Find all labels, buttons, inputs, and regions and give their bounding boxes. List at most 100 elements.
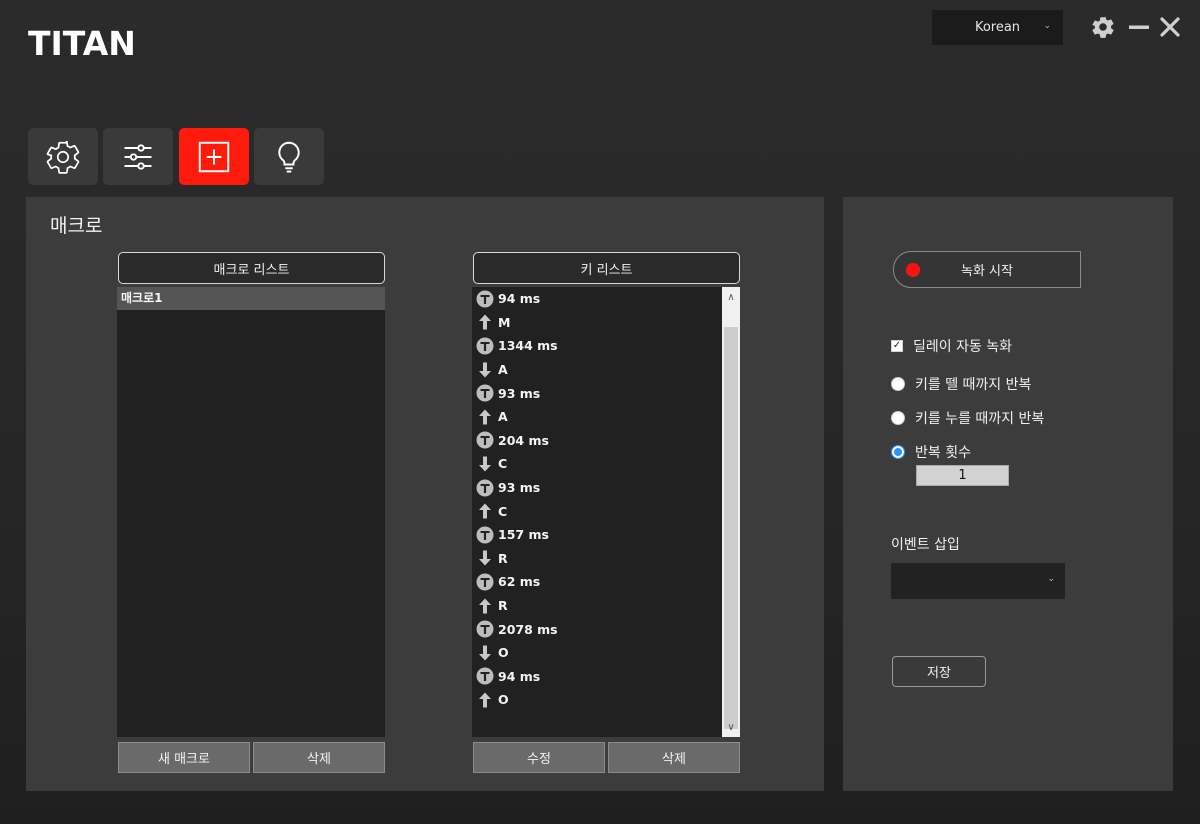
key-list-item-text: 157 ms bbox=[498, 527, 549, 543]
macro-list-header: 매크로 리스트 bbox=[118, 252, 385, 284]
arrow-up-icon bbox=[476, 691, 494, 709]
key-list-item-text: 2078 ms bbox=[498, 621, 558, 637]
key-list-rows: 94 ms M 1344 ms A 93 ms A 204 ms C 93 ms C 157 ms R… bbox=[472, 287, 740, 712]
close-icon[interactable] bbox=[1156, 13, 1184, 41]
key-list-item-text: R bbox=[498, 598, 508, 614]
scrollbar-thumb[interactable] bbox=[724, 327, 738, 729]
record-start-button[interactable]: 녹화 시작 bbox=[893, 251, 1081, 288]
repeat-count-option[interactable]: 반복 횟수 bbox=[891, 442, 971, 462]
tab-macro[interactable] bbox=[179, 128, 249, 185]
key-list-item[interactable]: 2078 ms bbox=[472, 617, 740, 641]
timer-icon bbox=[476, 667, 494, 685]
edit-key-button[interactable]: 수정 bbox=[473, 742, 605, 773]
key-list-header: 키 리스트 bbox=[473, 252, 740, 284]
scroll-up-icon[interactable]: ∧ bbox=[722, 288, 740, 306]
language-select[interactable]: Korean ⌄ bbox=[932, 10, 1063, 45]
tab-tips[interactable] bbox=[254, 128, 324, 185]
macro-add-icon bbox=[198, 141, 230, 172]
key-list-item-text: M bbox=[498, 314, 511, 330]
delete-key-button[interactable]: 삭제 bbox=[608, 742, 740, 773]
auto-delay-checkbox[interactable]: ✓ bbox=[891, 340, 903, 352]
arrow-down-icon bbox=[476, 549, 494, 567]
timer-icon bbox=[476, 526, 494, 544]
lightbulb-icon bbox=[278, 141, 300, 173]
key-list-item-text: 93 ms bbox=[498, 480, 541, 496]
key-list-item[interactable]: 94 ms bbox=[472, 287, 740, 311]
arrow-up-icon bbox=[476, 502, 494, 520]
key-list-item[interactable]: A bbox=[472, 358, 740, 382]
repeat-until-release-radio[interactable] bbox=[891, 377, 905, 391]
key-list-item[interactable]: 93 ms bbox=[472, 476, 740, 500]
gear-icon[interactable] bbox=[1089, 13, 1117, 41]
delete-macro-button[interactable]: 삭제 bbox=[253, 742, 385, 773]
arrow-down-icon bbox=[476, 361, 494, 379]
repeat-count-input[interactable]: 1 bbox=[916, 465, 1009, 486]
macro-list-item[interactable]: 매크로1 bbox=[117, 287, 385, 310]
insert-event-label: 이벤트 삽입 bbox=[891, 537, 960, 553]
key-list-item[interactable]: A bbox=[472, 405, 740, 429]
key-list-item-text: R bbox=[498, 550, 508, 566]
key-list-item[interactable]: C bbox=[472, 499, 740, 523]
arrow-down-icon bbox=[476, 644, 494, 662]
key-list-item[interactable]: 93 ms bbox=[472, 381, 740, 405]
timer-icon bbox=[476, 431, 494, 449]
tab-settings[interactable] bbox=[28, 128, 98, 185]
macro-panel: 매크로 매크로 리스트 매크로1 새 매크로 삭제 키 리스트 94 ms M 13… bbox=[26, 197, 824, 791]
key-list-item-text: 1344 ms bbox=[498, 338, 558, 354]
arrow-down-icon bbox=[476, 455, 494, 473]
settings-gear-icon bbox=[46, 140, 80, 174]
macro-list[interactable]: 매크로1 bbox=[117, 287, 385, 737]
app-logo: TITAN bbox=[28, 24, 136, 63]
key-list-item[interactable]: M bbox=[472, 311, 740, 335]
key-list-item[interactable]: O bbox=[472, 688, 740, 712]
key-list-item-text: O bbox=[498, 692, 509, 708]
key-list-item[interactable]: 204 ms bbox=[472, 429, 740, 453]
key-list-item-text: 204 ms bbox=[498, 432, 549, 448]
key-list[interactable]: 94 ms M 1344 ms A 93 ms A 204 ms C 93 ms C 157 ms R… bbox=[472, 287, 740, 737]
arrow-up-icon bbox=[476, 313, 494, 331]
timer-icon bbox=[476, 384, 494, 402]
timer-icon bbox=[476, 290, 494, 308]
key-list-item[interactable]: 94 ms bbox=[472, 665, 740, 689]
record-start-label: 녹화 시작 bbox=[961, 264, 1013, 279]
new-macro-button[interactable]: 새 매크로 bbox=[118, 742, 250, 773]
key-list-item[interactable]: 1344 ms bbox=[472, 334, 740, 358]
minimize-icon[interactable] bbox=[1125, 13, 1153, 41]
key-list-item[interactable]: 62 ms bbox=[472, 570, 740, 594]
key-list-item[interactable]: C bbox=[472, 452, 740, 476]
insert-event-select[interactable]: ⌄ bbox=[891, 563, 1065, 599]
key-list-item[interactable]: R bbox=[472, 594, 740, 618]
key-list-item-text: C bbox=[498, 456, 508, 472]
key-list-item[interactable]: O bbox=[472, 641, 740, 665]
key-list-item[interactable]: R bbox=[472, 547, 740, 571]
repeat-until-release-label: 키를 뗄 때까지 반복 bbox=[915, 377, 1032, 393]
key-list-item-text: 93 ms bbox=[498, 385, 541, 401]
save-button[interactable]: 저장 bbox=[892, 656, 986, 687]
timer-icon bbox=[476, 620, 494, 638]
tab-sliders[interactable] bbox=[103, 128, 173, 185]
repeat-until-release-option[interactable]: 키를 뗄 때까지 반복 bbox=[891, 374, 1031, 394]
key-list-item[interactable]: 157 ms bbox=[472, 523, 740, 547]
scroll-down-icon[interactable]: ∨ bbox=[722, 718, 740, 736]
key-list-item-text: C bbox=[498, 503, 508, 519]
language-select-value: Korean bbox=[974, 20, 1021, 35]
repeat-count-radio[interactable] bbox=[891, 445, 905, 459]
key-list-item-text: 94 ms bbox=[498, 668, 541, 684]
auto-delay-option[interactable]: ✓ 딜레이 자동 녹화 bbox=[891, 336, 1012, 356]
repeat-count-label: 반복 횟수 bbox=[915, 445, 971, 461]
key-list-item-text: A bbox=[498, 409, 508, 425]
arrow-up-icon bbox=[476, 408, 494, 426]
key-list-item-text: A bbox=[498, 362, 508, 378]
repeat-until-press-option[interactable]: 키를 누를 때까지 반복 bbox=[891, 408, 1044, 428]
chevron-down-icon: ⌄ bbox=[1047, 574, 1055, 584]
sliders-icon bbox=[124, 143, 152, 170]
chevron-down-icon: ⌄ bbox=[1043, 21, 1051, 31]
key-list-item-text: O bbox=[498, 645, 509, 661]
timer-icon bbox=[476, 573, 494, 591]
record-panel: 녹화 시작 ✓ 딜레이 자동 녹화 키를 뗄 때까지 반복 키를 누를 때까지 … bbox=[843, 197, 1173, 791]
repeat-until-press-radio[interactable] bbox=[891, 411, 905, 425]
timer-icon bbox=[476, 479, 494, 497]
key-list-item-text: 62 ms bbox=[498, 574, 541, 590]
key-list-item-text: 94 ms bbox=[498, 291, 541, 307]
key-list-scrollbar[interactable]: ∧ ∨ bbox=[722, 287, 740, 737]
